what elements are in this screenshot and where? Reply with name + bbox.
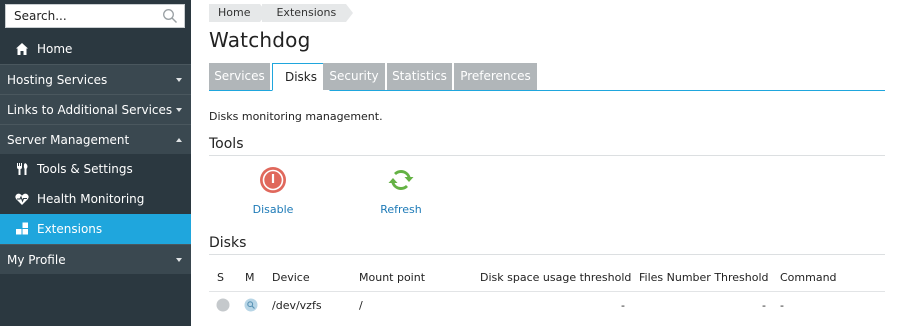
sidebar-item-hosting-services[interactable]: Hosting Services <box>0 64 191 94</box>
status-icon <box>216 298 230 312</box>
disable-button[interactable]: Disable <box>233 166 313 216</box>
command-cell: - <box>780 299 784 312</box>
sidebar-item-health-monitoring[interactable]: Health Monitoring <box>0 184 191 214</box>
sidebar-item-my-profile[interactable]: My Profile <box>0 244 191 274</box>
chevron-down-icon <box>176 78 182 82</box>
breadcrumb: Home Extensions <box>209 4 353 22</box>
column-header-disk-space-threshold[interactable]: Disk space usage threshold <box>480 271 631 284</box>
sidebar-item-home[interactable]: Home <box>0 34 191 64</box>
sidebar-item-label: Hosting Services <box>7 73 108 87</box>
tab-statistics[interactable]: Statistics <box>387 63 452 90</box>
sidebar-item-label: Server Management <box>7 133 130 147</box>
refresh-icon <box>388 170 414 190</box>
sidebar-item-extensions[interactable]: Extensions <box>0 214 191 244</box>
sidebar-item-server-management[interactable]: Server Management <box>0 124 191 154</box>
heart-monitor-icon <box>15 193 29 205</box>
tab-disks[interactable]: Disks <box>272 63 330 91</box>
sidebar-item-links-additional-services[interactable]: Links to Additional Services <box>0 94 191 124</box>
device-cell[interactable]: /dev/vzfs <box>272 299 322 312</box>
search-placeholder: Search... <box>14 9 67 23</box>
disks-divider <box>209 254 885 255</box>
sidebar-item-label: Extensions <box>37 222 103 236</box>
search-icon[interactable] <box>162 8 178 24</box>
disable-label: Disable <box>252 203 294 216</box>
column-header-files-number-threshold[interactable]: Files Number Threshold <box>639 271 769 284</box>
refresh-button[interactable]: Refresh <box>361 166 441 216</box>
column-header-s: S <box>217 271 224 284</box>
disk-space-threshold-cell: - <box>621 299 625 312</box>
page-description: Disks monitoring management. <box>209 110 383 123</box>
main-content: Home Extensions Watchdog Services Disks … <box>209 0 885 326</box>
chevron-up-icon <box>176 138 182 142</box>
breadcrumb-home[interactable]: Home <box>209 4 269 22</box>
disks-section-title: Disks <box>209 235 247 251</box>
sidebar-item-label: My Profile <box>7 253 66 267</box>
refresh-label: Refresh <box>380 203 422 216</box>
sidebar-item-label: Home <box>37 42 73 56</box>
home-icon <box>16 43 28 55</box>
page-title: Watchdog <box>209 28 311 52</box>
files-number-threshold-cell: - <box>762 299 766 312</box>
tab-security[interactable]: Security <box>323 63 385 90</box>
tools-divider <box>209 155 885 156</box>
column-header-device[interactable]: Device <box>272 271 310 284</box>
sidebar-item-label: Tools & Settings <box>37 162 133 176</box>
sidebar-item-label: Health Monitoring <box>37 192 145 206</box>
column-header-m: M <box>245 271 255 284</box>
sidebar-item-label: Links to Additional Services <box>7 103 173 117</box>
power-off-icon <box>260 167 286 193</box>
table-header-divider <box>209 291 885 292</box>
sidebar-item-tools-settings[interactable]: Tools & Settings <box>0 154 191 184</box>
sidebar: Search... Home Hosting Services Links to… <box>0 0 191 326</box>
monitor-search-icon[interactable] <box>244 298 258 312</box>
tab-preferences[interactable]: Preferences <box>454 63 537 90</box>
tab-services[interactable]: Services <box>209 63 270 90</box>
tools-icon <box>17 163 28 175</box>
chevron-down-icon <box>176 258 182 262</box>
column-header-mount-point[interactable]: Mount point <box>359 271 425 284</box>
search-input[interactable]: Search... <box>5 4 185 28</box>
tab-bar: Services Disks Security Statistics Prefe… <box>209 63 885 91</box>
column-header-command[interactable]: Command <box>780 271 837 284</box>
breadcrumb-extensions[interactable]: Extensions <box>262 4 353 22</box>
tools-section-title: Tools <box>209 136 244 152</box>
extensions-icon <box>16 222 28 235</box>
chevron-down-icon <box>176 108 182 112</box>
mount-point-cell: / <box>359 299 363 312</box>
